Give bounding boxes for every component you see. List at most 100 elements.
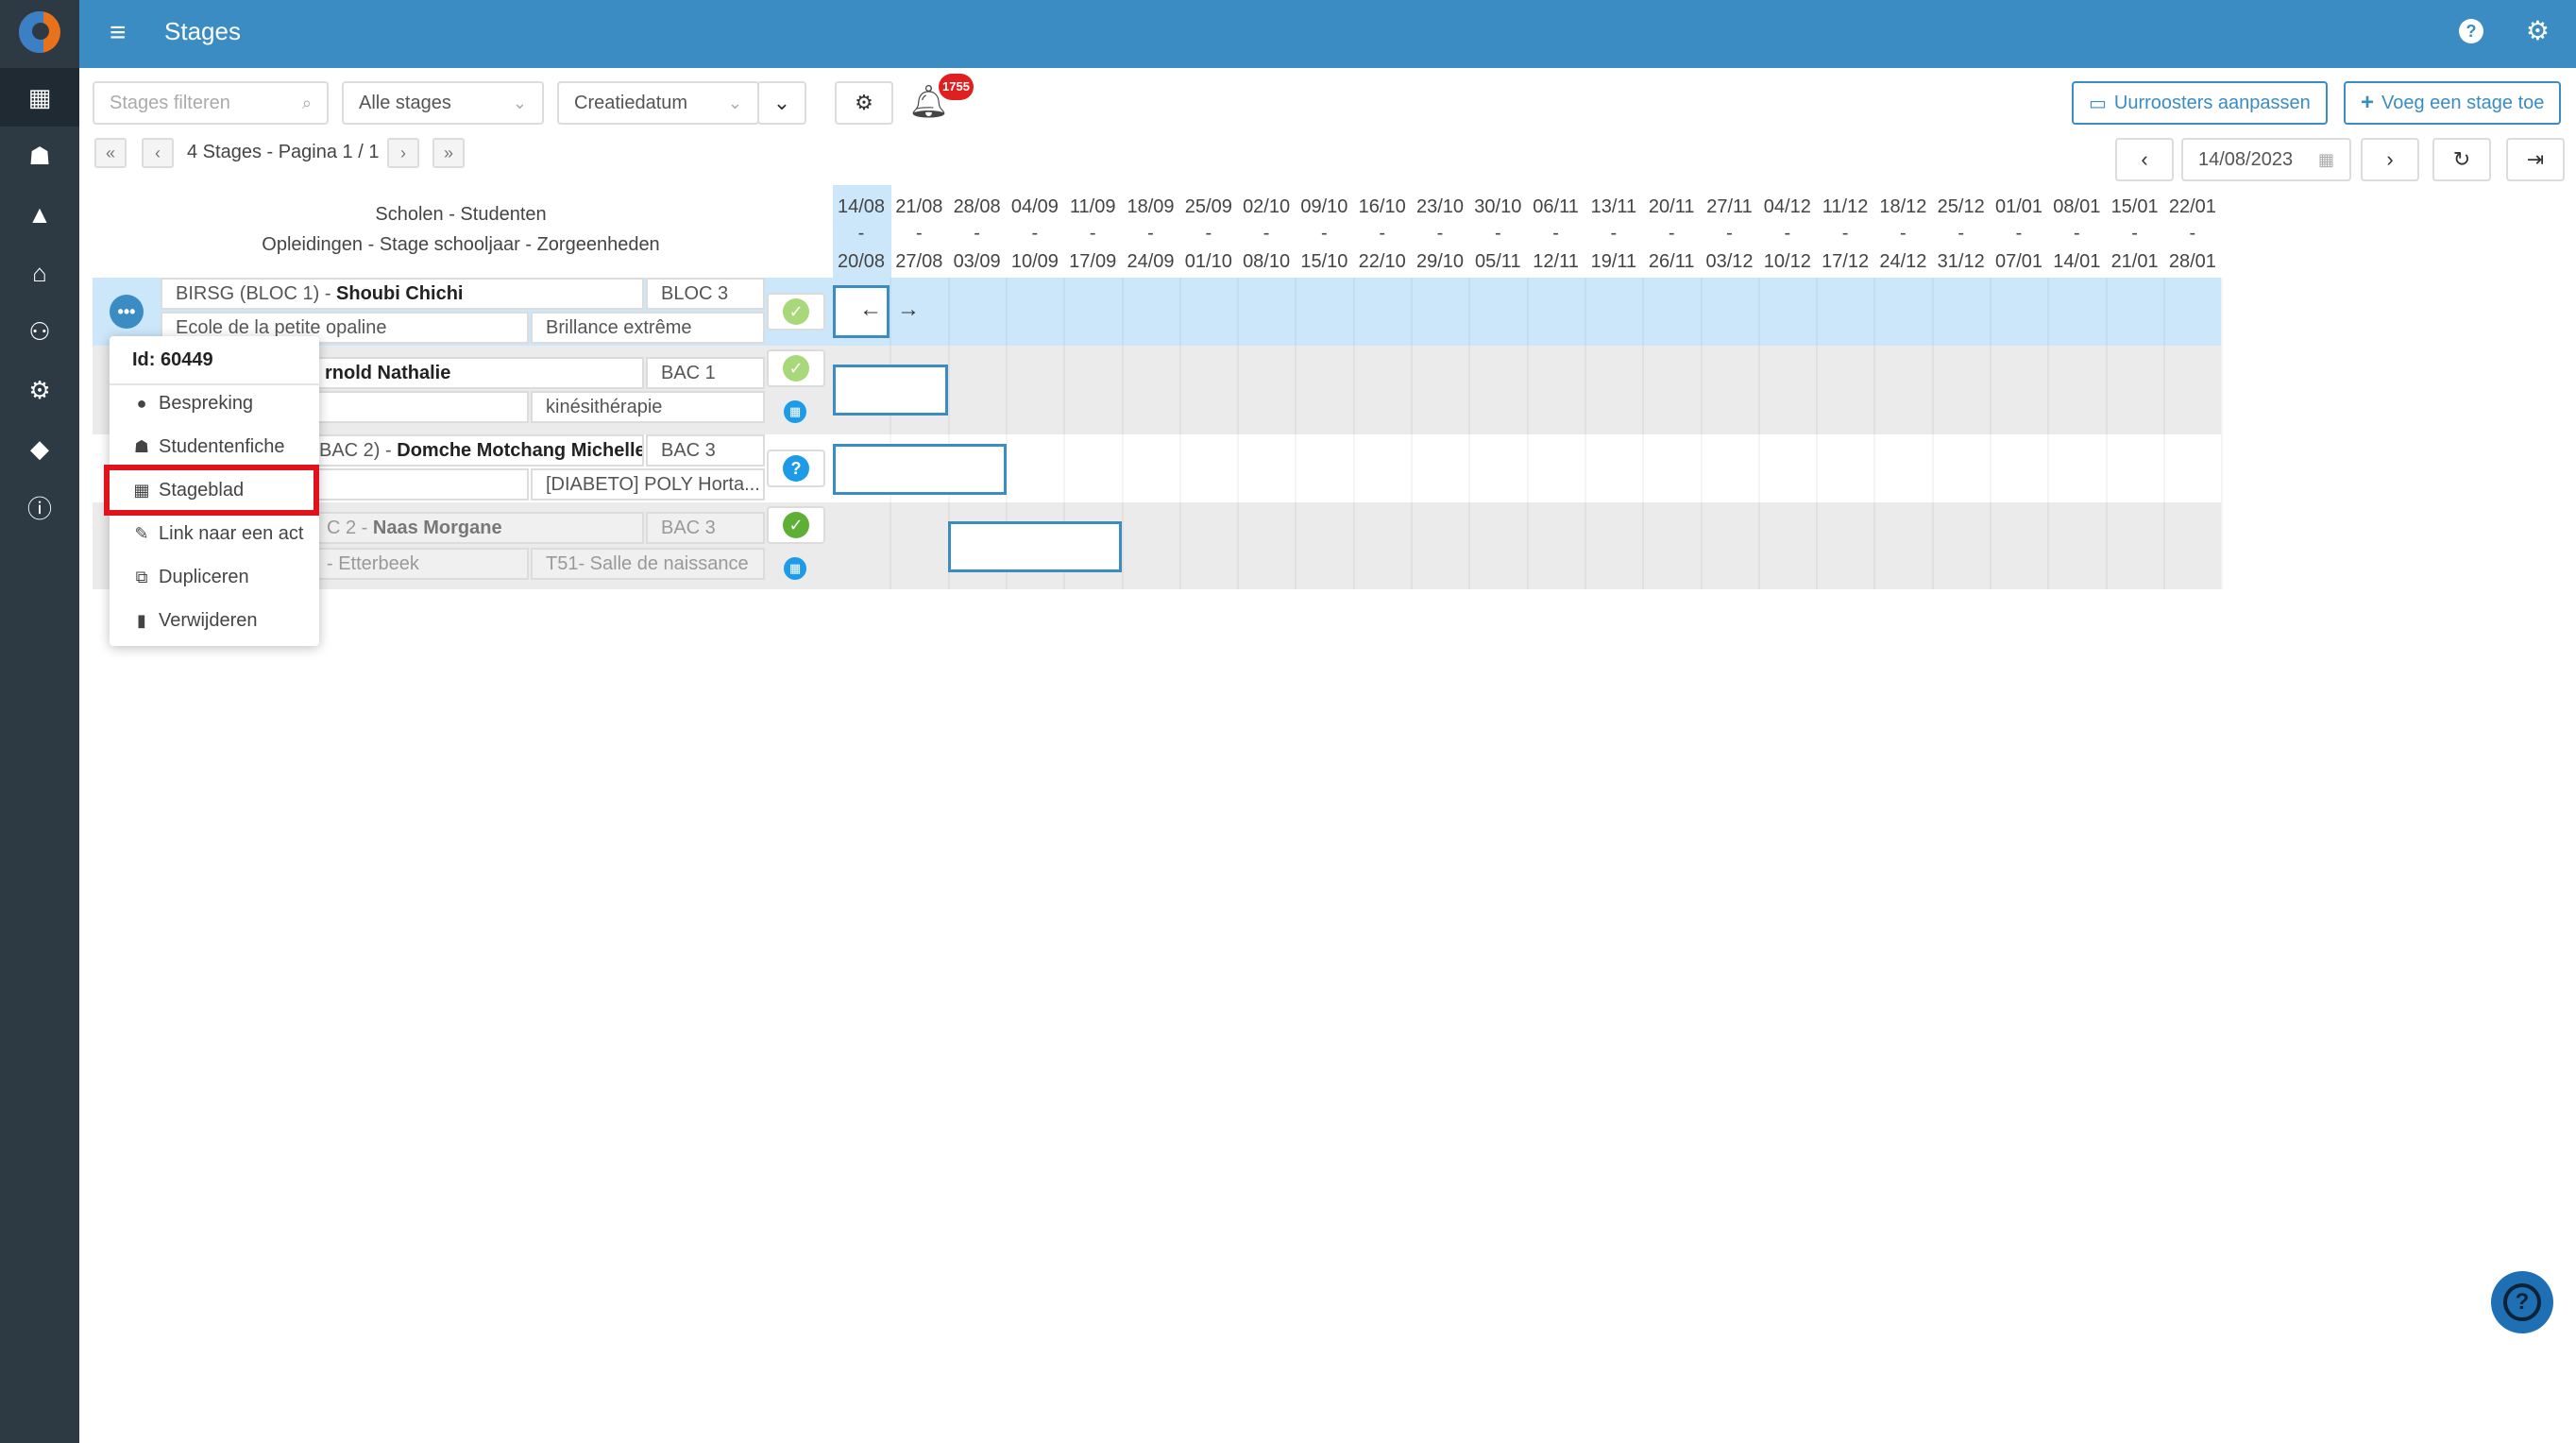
grid-line — [1352, 278, 1355, 589]
menu-item-label: Link naar een act — [159, 523, 304, 544]
week-end-label: 31/12 — [1937, 251, 1985, 272]
sort-direction-button[interactable]: ⌄ — [757, 81, 806, 125]
stage-filter-value: Alle stages — [359, 92, 451, 113]
sort-select[interactable]: Creatiedatum ⌄ — [557, 81, 759, 125]
week-start-label: 28/08 — [953, 196, 1001, 217]
arrow-left-icon[interactable]: ← — [859, 297, 882, 323]
trash-icon: ▮ — [137, 611, 146, 630]
week-separator: - — [1205, 223, 1212, 244]
menu-icon[interactable]: ≡ — [110, 17, 127, 49]
link-icon: ✎ — [134, 524, 149, 543]
grid-line — [890, 278, 892, 589]
calendar-badge-icon[interactable]: ▦ — [784, 400, 806, 423]
prev-period-button[interactable]: ‹ — [2115, 138, 2174, 181]
last-page-button[interactable]: » — [432, 138, 465, 168]
week-end-label: 28/01 — [2168, 251, 2216, 272]
row-level-cell[interactable]: BLOC 3 — [646, 278, 765, 310]
week-separator: - — [1031, 223, 1039, 244]
check-icon: ✓ — [783, 512, 809, 538]
refresh-icon: ↻ — [2452, 147, 2471, 171]
check-icon: ✓ — [783, 298, 809, 325]
sidebar-item-stages[interactable]: ▦ — [0, 68, 79, 127]
week-separator: - — [1147, 223, 1154, 244]
app-logo[interactable] — [19, 11, 60, 53]
sidebar-item-users[interactable]: ⚇ — [0, 302, 79, 361]
week-start-label: 23/10 — [1415, 196, 1465, 217]
settings-button[interactable]: ⚙ — [835, 81, 893, 125]
week-start-label: 06/11 — [1533, 196, 1579, 217]
week-end-label: 14/01 — [2053, 251, 2101, 272]
week-end-label: 24/09 — [1127, 251, 1175, 272]
menu-item-link[interactable]: ✎ Link naar een act — [132, 523, 303, 545]
stage-period-bar[interactable] — [833, 365, 948, 416]
chevron-down-icon: ⌄ — [772, 91, 791, 114]
stage-period-bar[interactable] — [948, 521, 1122, 572]
stage-period-bar[interactable] — [833, 444, 1007, 495]
week-separator: - — [1726, 223, 1733, 244]
menu-item-verwijderen[interactable]: ▮ Verwijderen — [132, 610, 257, 632]
grid-line — [1411, 278, 1413, 589]
date-input[interactable]: 14/08/2023 ▦ — [2181, 138, 2351, 181]
sidebar-item-students[interactable]: ☗ — [0, 127, 79, 185]
sidebar-item-tags[interactable]: ◆ — [0, 419, 79, 478]
page-title: Stages — [164, 17, 241, 45]
column-header-education: Opleidingen - Stage schooljaar - Zorgeen… — [262, 234, 660, 255]
next-page-button[interactable]: › — [387, 138, 419, 168]
row-unit-cell[interactable]: [DIABETO] POLY Horta... — [531, 468, 765, 501]
sidebar-item-settings[interactable]: ⚙ — [0, 361, 79, 419]
week-end-label: 05/11 — [1475, 251, 1521, 272]
week-separator: - — [1841, 223, 1849, 244]
week-start-label: 30/10 — [1474, 196, 1522, 217]
menu-item-dupliceren[interactable]: ⧉ Dupliceren — [132, 567, 249, 588]
status-button[interactable]: ✓ — [767, 293, 825, 331]
refresh-button[interactable]: ↻ — [2432, 138, 2491, 181]
status-button[interactable]: ✓ — [767, 349, 825, 387]
week-end-label: 10/09 — [1010, 251, 1059, 272]
menu-item-label: Dupliceren — [159, 567, 249, 587]
row-unit-cell[interactable]: T51- Salle de naissance — [531, 548, 765, 580]
row-unit-cell[interactable]: kinésithérapie — [531, 391, 765, 423]
row-student-cell[interactable]: BIRSG (BLOC 1) - Shoubi Chichi — [161, 278, 644, 310]
status-button[interactable]: ? — [767, 450, 825, 487]
schedules-button[interactable]: ▭ Uurroosters aanpassen — [2072, 81, 2328, 125]
status-button[interactable]: ✓ — [767, 506, 825, 544]
first-page-button[interactable]: « — [94, 138, 127, 168]
stage-filter-select[interactable]: Alle stages ⌄ — [342, 81, 544, 125]
week-separator: - — [2073, 223, 2080, 244]
row-actions-button[interactable]: ••• — [110, 295, 144, 329]
tags-icon: ◆ — [30, 433, 49, 463]
search-input[interactable]: Stages filteren ⌕ — [93, 81, 329, 125]
week-end-label: 20/08 — [837, 251, 886, 272]
week-start-label: 22/01 — [2168, 196, 2216, 217]
sidebar-item-info[interactable]: ⓘ — [0, 478, 79, 536]
menu-item-bespreking[interactable]: ● Bespreking — [132, 393, 254, 415]
menu-id-label: Id: 60449 — [132, 349, 213, 370]
menu-item-studentenfiche[interactable]: ☗ Studentenfiche — [132, 436, 285, 458]
cogs-icon: ⚙ — [28, 375, 51, 404]
grid-line — [1468, 278, 1471, 589]
row-level-cell[interactable]: BAC 1 — [646, 357, 765, 389]
week-separator: - — [1957, 223, 1965, 244]
grid-line — [1642, 278, 1645, 589]
prev-page-button[interactable]: ‹ — [142, 138, 174, 168]
arrow-right-icon[interactable]: → — [897, 297, 920, 323]
sidebar-item-education[interactable]: ▲ — [0, 185, 79, 244]
sidebar-item-institutions[interactable]: ⌂ — [0, 244, 79, 302]
row-level-cell[interactable]: BAC 3 — [646, 434, 765, 467]
week-separator: - — [1668, 223, 1675, 244]
help-icon[interactable]: ? — [2459, 19, 2483, 43]
row-level-cell[interactable]: BAC 3 — [646, 512, 765, 544]
export-button[interactable]: ⇥ — [2506, 138, 2565, 181]
calendar-icon: ▦ — [27, 82, 52, 111]
menu-item-label: Bespreking — [159, 393, 254, 414]
add-stage-button[interactable]: + Voeg een stage toe — [2344, 81, 2562, 125]
row-unit-cell[interactable]: Brillance extrême — [531, 312, 765, 344]
calendar-badge-icon[interactable]: ▦ — [784, 557, 806, 580]
gear-icon[interactable]: ⚙ — [2526, 15, 2550, 46]
search-placeholder: Stages filteren — [110, 92, 230, 113]
help-fab-button[interactable]: ? — [2491, 1271, 2553, 1333]
next-period-button[interactable]: › — [2361, 138, 2419, 181]
week-end-label: 07/01 — [1994, 251, 2043, 272]
question-icon: ? — [783, 455, 809, 482]
week-end-label: 26/11 — [1648, 251, 1695, 272]
